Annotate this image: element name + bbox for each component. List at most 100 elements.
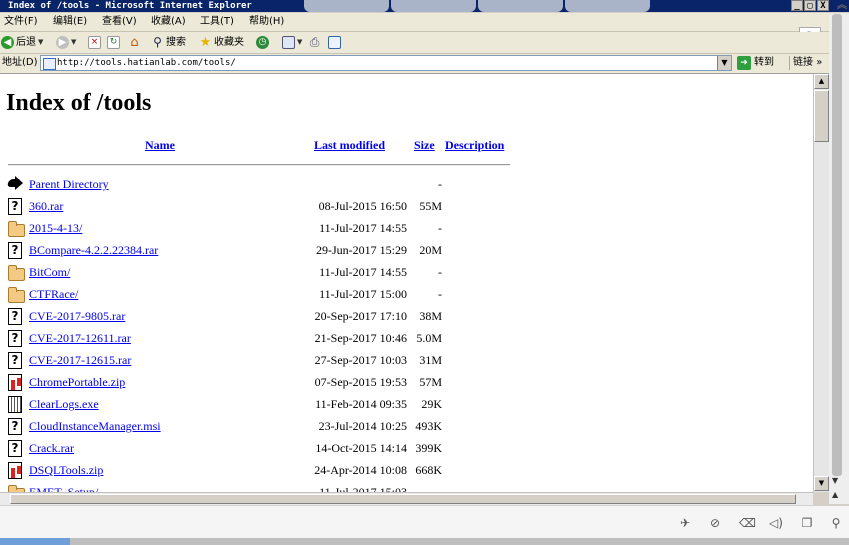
refresh-button[interactable]: ↻ [107, 35, 120, 50]
outer-vertical-scrollbar[interactable]: ▼ ▲ [829, 14, 849, 504]
file-size: 493K [415, 419, 442, 433]
favorites-button[interactable]: ★ 收藏夹 [199, 35, 244, 50]
print-button[interactable]: ⎙ [308, 35, 321, 50]
screenshot-icon[interactable]: ⊘ [708, 516, 722, 530]
table-row: ? BCompare-4.2.2.22384.rar 29-Jun-2017 15:… [0, 240, 813, 262]
file-link[interactable]: ChromePortable.zip [29, 375, 125, 390]
links-label: 链接 [793, 57, 813, 68]
maximize-button[interactable]: ▢ [804, 0, 816, 11]
scroll-down-icon[interactable]: ▼ [832, 476, 838, 485]
file-size: 399K [415, 441, 442, 455]
background-tab [565, 0, 650, 12]
close-button[interactable]: X [817, 0, 829, 11]
scroll-up-icon[interactable]: ▲ [814, 74, 829, 89]
file-date: 11-Jul-2017 14:55 [319, 265, 407, 279]
outer-scroll-thumb[interactable] [832, 14, 842, 476]
unknown-file-icon: ? [8, 440, 22, 457]
edit-button[interactable] [328, 35, 341, 50]
chevron-down-icon[interactable]: ▼ [717, 56, 731, 70]
table-row: 2015-4-13/11-Jul-2017 14:55 - [0, 218, 813, 240]
forward-button[interactable]: ▶ ▼ [56, 35, 76, 50]
file-size: 38M [419, 309, 442, 323]
menu-view[interactable]: 查看(V) [102, 15, 137, 29]
back-button[interactable]: ◀ 后退 ▼ [1, 35, 43, 50]
search-icon[interactable]: ⚲ [829, 516, 843, 530]
file-date: 11-Jul-2017 15:00 [319, 287, 407, 301]
menu-tools[interactable]: 工具(T) [200, 15, 234, 29]
table-row: ? 360.rar 08-Jul-2015 16:50 55M [0, 196, 813, 218]
file-date: 11-Feb-2014 09:35 [315, 397, 407, 411]
file-link[interactable]: BitCom/ [29, 265, 70, 280]
scroll-thumb[interactable] [814, 90, 829, 142]
column-last-modified-link[interactable]: Last modified [314, 138, 385, 153]
file-link[interactable]: Crack.rar [29, 441, 74, 456]
menu-file[interactable]: 文件(F) [4, 15, 38, 29]
go-arrow-icon: ➜ [737, 56, 751, 70]
copy-icon[interactable]: ❐ [800, 516, 814, 530]
column-size-link[interactable]: Size [414, 138, 435, 153]
file-link[interactable]: CloudInstanceManager.msi [29, 419, 161, 434]
unknown-file-icon: ? [8, 330, 22, 347]
folder-icon [8, 287, 25, 303]
menu-favorites[interactable]: 收藏(A) [151, 15, 186, 29]
search-button[interactable]: ⚲ 搜索 [151, 35, 186, 50]
table-row: DSQLTools.zip 24-Apr-2014 10:08 668K [0, 460, 813, 482]
unknown-file-icon: ? [8, 308, 22, 325]
binary-file-icon [8, 396, 22, 413]
links-button[interactable]: 链接 » [789, 56, 822, 70]
pin-icon[interactable]: ✈ [678, 516, 692, 530]
chevron-down-icon[interactable]: ▼ [38, 35, 43, 50]
column-description-link[interactable]: Description [445, 138, 504, 153]
table-row: ChromePortable.zip 07-Sep-2015 19:53 57M [0, 372, 813, 394]
file-link[interactable]: CVE-2017-9805.rar [29, 309, 125, 324]
scroll-down-icon[interactable]: ▼ [814, 476, 829, 491]
file-link[interactable]: DSQLTools.zip [29, 463, 103, 478]
trash-icon[interactable]: ⌫ [739, 516, 756, 530]
file-date: 20-Sep-2017 17:10 [314, 309, 407, 323]
file-link[interactable]: EMET_Setup/ [29, 485, 98, 492]
address-field[interactable]: ▼ [40, 55, 732, 71]
search-icon: ⚲ [153, 35, 162, 49]
stop-button[interactable]: × [88, 35, 101, 50]
page-content: Index of /tools Name Last modified Size … [0, 74, 813, 492]
scroll-thumb[interactable] [10, 494, 796, 504]
file-link[interactable]: 360.rar [29, 199, 63, 214]
home-button[interactable]: ⌂ [128, 35, 141, 50]
file-date: 07-Sep-2015 19:53 [314, 375, 407, 389]
refresh-icon: ↻ [107, 36, 120, 49]
vertical-scrollbar[interactable]: ▲ ▼ [813, 74, 830, 492]
file-link[interactable]: BCompare-4.2.2.22384.rar [29, 243, 158, 258]
unknown-file-icon: ? [8, 352, 22, 369]
double-chevron-up-icon: ︽ [837, 0, 847, 11]
compressed-file-icon [8, 374, 22, 391]
file-link[interactable]: CVE-2017-12615.rar [29, 353, 131, 368]
menu-help[interactable]: 帮助(H) [249, 15, 284, 29]
address-input[interactable] [57, 56, 707, 70]
page-icon [43, 58, 56, 70]
horizontal-scrollbar[interactable] [0, 492, 813, 506]
file-size: 668K [415, 463, 442, 477]
file-link[interactable]: CTFRace/ [29, 287, 78, 302]
mail-button[interactable]: ▼ [282, 35, 302, 50]
file-link[interactable]: CVE-2017-12611.rar [29, 331, 131, 346]
menu-edit[interactable]: 编辑(E) [53, 15, 87, 29]
file-link[interactable]: ClearLogs.exe [29, 397, 99, 412]
viewer-bottom-bar: ✈ ⊘ ⌫ ◁) ❐ ⚲ [0, 505, 849, 539]
file-size: 29K [421, 397, 442, 411]
file-size: 55M [419, 199, 442, 213]
file-link[interactable]: 2015-4-13/ [29, 221, 82, 236]
page-title: Index of /tools [6, 90, 152, 116]
file-size: - [438, 265, 442, 279]
history-button[interactable]: ◷ [256, 35, 269, 50]
minimize-button[interactable]: _ [791, 0, 803, 11]
speaker-icon[interactable]: ◁) [769, 516, 783, 530]
column-name-link[interactable]: Name [145, 138, 175, 153]
file-link[interactable]: Parent Directory [29, 177, 109, 192]
favorites-label: 收藏夹 [214, 37, 244, 48]
go-button[interactable]: ➜ 转到 [737, 56, 774, 70]
scroll-up-icon[interactable]: ▲ [832, 490, 838, 499]
file-date: 11-Jul-2017 14:55 [319, 221, 407, 235]
chevron-down-icon[interactable]: ▼ [71, 35, 76, 50]
chevron-down-icon[interactable]: ▼ [297, 35, 302, 50]
unknown-file-icon: ? [8, 242, 22, 259]
